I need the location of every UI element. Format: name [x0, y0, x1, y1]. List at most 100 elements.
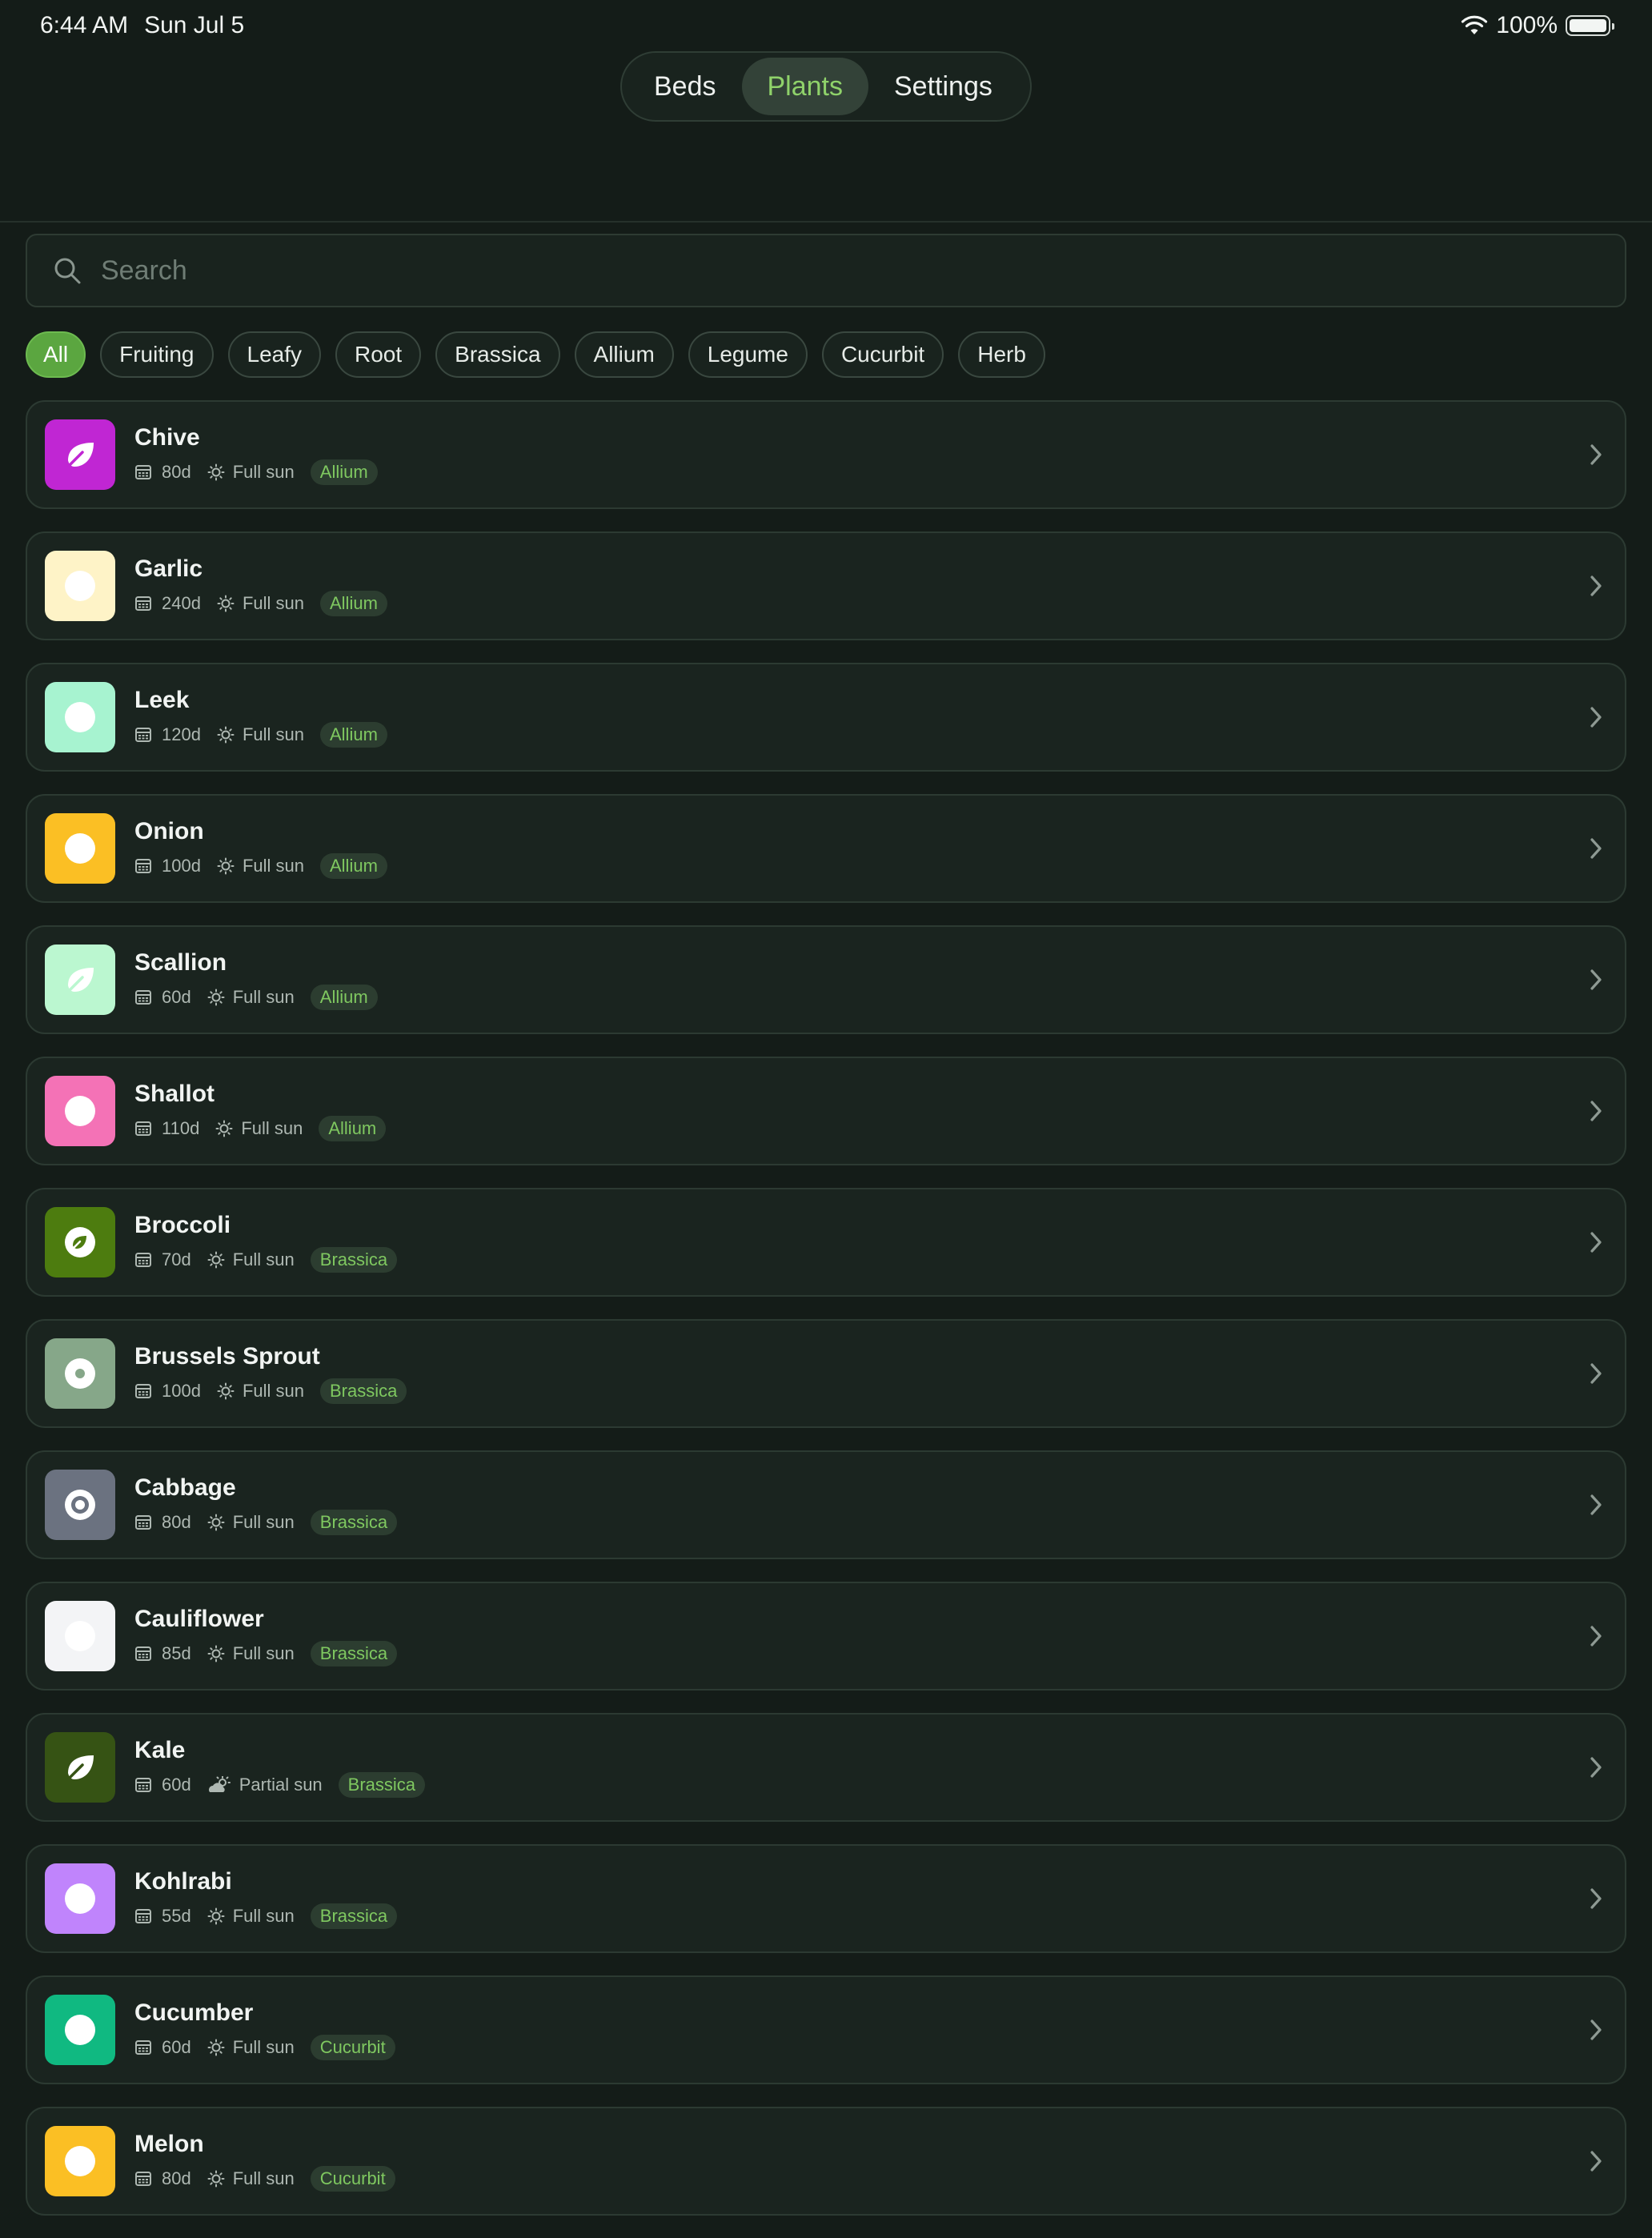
calendar-icon: [135, 1384, 151, 1398]
family-badge: Brassica: [310, 1641, 398, 1666]
sun-requirement: Full sun: [242, 1381, 304, 1401]
plant-name: Cabbage: [134, 1474, 236, 1501]
plant-meta: 100d Full sun Allium: [134, 853, 387, 879]
chevron-right-icon: [1590, 444, 1602, 465]
circle-icon: [62, 1880, 98, 1917]
plant-meta: 70d Full sun Brassica: [134, 1247, 398, 1273]
filter-chip-all[interactable]: All: [26, 331, 86, 378]
filter-chip-legume[interactable]: Legume: [688, 331, 808, 378]
circle-icon: [62, 699, 98, 736]
filter-chip-herb[interactable]: Herb: [958, 331, 1045, 378]
plant-meta: 100d Full sun Brassica: [134, 1378, 407, 1404]
plant-name: Leek: [134, 687, 190, 713]
plant-thumbnail: [45, 1995, 115, 2065]
sun-requirement: Full sun: [232, 462, 295, 482]
battery-icon: [1566, 15, 1614, 36]
plant-thumbnail: [45, 1470, 115, 1540]
filter-chip-fruiting[interactable]: Fruiting: [100, 331, 214, 378]
plant-row[interactable]: Shallot 110d Full sun Allium: [26, 1057, 1626, 1165]
days-to-harvest: 80d: [162, 462, 191, 482]
plant-thumbnail: [45, 1863, 115, 1934]
circle-icon: [62, 1618, 98, 1654]
circle-icon: [62, 830, 98, 867]
sun-icon: [215, 1120, 233, 1137]
plant-row[interactable]: Onion 100d Full sun Allium: [26, 794, 1626, 903]
filter-chip-brassica[interactable]: Brassica: [435, 331, 560, 378]
plant-row[interactable]: Cabbage 80d Full sun Brassica: [26, 1450, 1626, 1559]
filter-chip-cucurbit[interactable]: Cucurbit: [821, 331, 944, 378]
plant-name: Brussels Sprout: [134, 1343, 320, 1370]
sun-requirement: Partial sun: [239, 1775, 323, 1795]
leaf-circle-icon: [62, 1224, 98, 1261]
tab-beds[interactable]: Beds: [628, 58, 742, 115]
chevron-right-icon: [1590, 1232, 1602, 1253]
plant-thumbnail: [45, 1338, 115, 1409]
family-badge: Brassica: [310, 1903, 398, 1929]
family-badge: Allium: [320, 591, 387, 616]
status-date: Sun Jul 5: [144, 12, 245, 38]
calendar-icon: [135, 596, 151, 611]
filter-chip-leafy[interactable]: Leafy: [227, 331, 321, 378]
chevron-right-icon: [1590, 1888, 1602, 1909]
calendar-icon: [135, 1253, 151, 1267]
plant-row[interactable]: Melon 80d Full sun Cucurbit: [26, 2107, 1626, 2216]
plant-meta: 80d Full sun Brassica: [134, 1510, 398, 1535]
search-icon: [54, 258, 81, 284]
tab-switcher: Beds Plants Settings: [620, 51, 1032, 122]
sun-requirement: Full sun: [232, 1249, 295, 1269]
plant-thumbnail: [45, 1076, 115, 1146]
plant-row[interactable]: Brussels Sprout 100d Full sun Brassica: [26, 1319, 1626, 1428]
family-badge: Brassica: [310, 1247, 398, 1273]
sun-icon: [207, 1907, 225, 1925]
sun-requirement: Full sun: [242, 856, 304, 876]
plant-row[interactable]: Cauliflower 85d Full sun Brassica: [26, 1582, 1626, 1691]
family-badge: Allium: [310, 985, 378, 1010]
plant-row[interactable]: Kale 60d Partial sun Brassica: [26, 1713, 1626, 1822]
header-divider: [0, 221, 1652, 223]
plant-meta: 80d Full sun Allium: [134, 459, 378, 485]
leaf-icon: [62, 1749, 98, 1786]
days-to-harvest: 80d: [162, 1512, 191, 1532]
calendar-icon: [135, 1909, 151, 1923]
plant-meta: 80d Full sun Cucurbit: [134, 2166, 395, 2192]
sun-requirement: Full sun: [241, 1118, 303, 1138]
plant-meta: 60d Full sun Allium: [134, 985, 378, 1010]
filter-chip-root[interactable]: Root: [335, 331, 422, 378]
sun-requirement: Full sun: [232, 987, 295, 1007]
plant-name: Scallion: [134, 949, 227, 976]
plant-row[interactable]: Scallion 60d Full sun Allium: [26, 925, 1626, 1034]
plant-thumbnail: [45, 1732, 115, 1803]
chevron-right-icon: [1590, 707, 1602, 728]
sun-requirement: Full sun: [232, 1643, 295, 1663]
calendar-icon: [135, 2040, 151, 2055]
days-to-harvest: 60d: [162, 987, 191, 1007]
plant-name: Kale: [134, 1737, 186, 1763]
plant-thumbnail: [45, 419, 115, 490]
filter-chips: All Fruiting Leafy Root Brassica Allium …: [26, 331, 1045, 378]
calendar-icon: [135, 1646, 151, 1661]
plant-row[interactable]: Broccoli 70d Full sun Brassica: [26, 1188, 1626, 1297]
plant-row[interactable]: Leek 120d Full sun Allium: [26, 663, 1626, 772]
tab-plants[interactable]: Plants: [741, 58, 868, 115]
plant-thumbnail: [45, 813, 115, 884]
plant-row[interactable]: Cucumber 60d Full sun Cucurbit: [26, 1975, 1626, 2084]
search-input[interactable]: [101, 255, 1542, 287]
plant-row[interactable]: Chive 80d Full sun Allium: [26, 400, 1626, 509]
sun-icon: [207, 2170, 225, 2188]
family-badge: Brassica: [338, 1772, 426, 1798]
chevron-right-icon: [1590, 1101, 1602, 1121]
sun-icon: [207, 989, 225, 1006]
filter-chip-allium[interactable]: Allium: [574, 331, 674, 378]
plant-row[interactable]: Kohlrabi 55d Full sun Brassica: [26, 1844, 1626, 1953]
plant-name: Chive: [134, 424, 200, 451]
plant-thumbnail: [45, 1601, 115, 1671]
sun-icon: [207, 1645, 225, 1662]
days-to-harvest: 110d: [162, 1118, 200, 1138]
tab-settings[interactable]: Settings: [868, 58, 1018, 115]
sun-requirement: Full sun: [232, 2168, 295, 2188]
sun-requirement: Full sun: [242, 593, 304, 613]
plant-list: Chive 80d Full sun Allium Garlic 240d Full sun…: [26, 400, 1626, 2238]
chevron-right-icon: [1590, 1494, 1602, 1515]
plant-row[interactable]: Garlic 240d Full sun Allium: [26, 531, 1626, 640]
calendar-icon: [135, 1515, 151, 1530]
